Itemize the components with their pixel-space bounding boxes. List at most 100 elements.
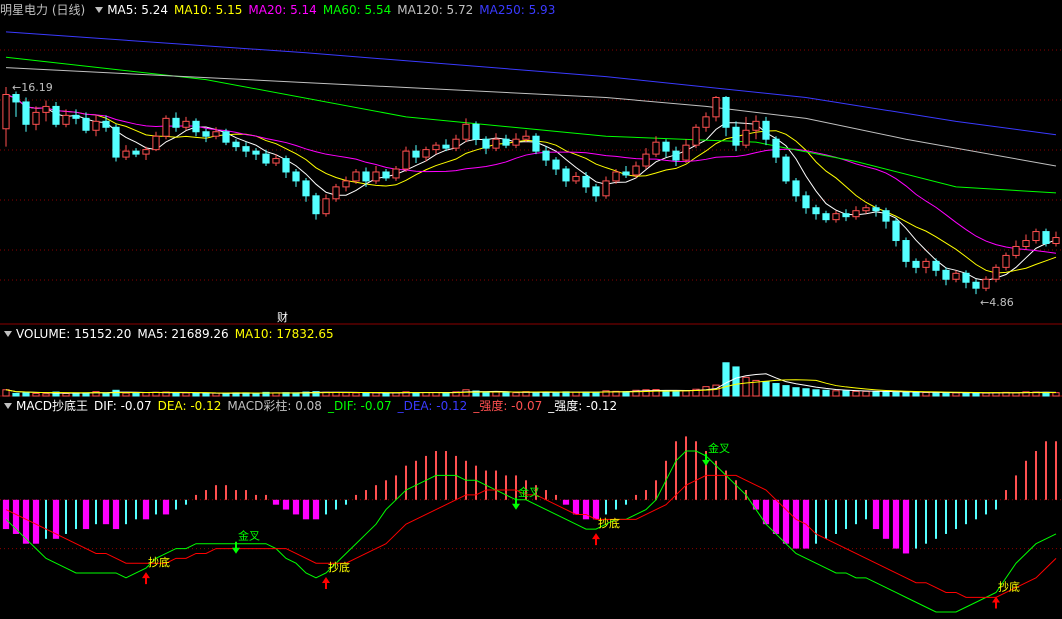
candle[interactable] xyxy=(982,276,990,292)
candle[interactable] xyxy=(672,146,680,167)
volume-bar[interactable] xyxy=(342,392,350,397)
macd-bar-positive[interactable] xyxy=(245,490,247,500)
candle[interactable] xyxy=(722,95,730,137)
macd-bar-positive[interactable] xyxy=(195,494,197,500)
macd-bar-positive[interactable] xyxy=(355,494,357,500)
macd-bar-negative[interactable] xyxy=(582,499,590,520)
candle[interactable] xyxy=(812,204,820,220)
macd-bar-positive[interactable] xyxy=(1055,441,1057,500)
candle[interactable] xyxy=(882,207,890,229)
macd-bar-negative[interactable] xyxy=(925,499,927,544)
candle[interactable] xyxy=(332,183,340,202)
macd-bar-positive[interactable] xyxy=(655,480,657,500)
dropdown-triangle-icon[interactable] xyxy=(4,403,12,409)
candle[interactable] xyxy=(832,210,840,223)
volume-bar[interactable] xyxy=(702,386,710,397)
volume-bar[interactable] xyxy=(712,384,720,397)
candle[interactable] xyxy=(392,166,400,181)
volume-bar[interactable] xyxy=(782,385,790,397)
macd-bar-positive[interactable] xyxy=(735,480,737,500)
volume-bar[interactable] xyxy=(12,392,20,397)
volume-bar[interactable] xyxy=(772,383,780,397)
candle[interactable] xyxy=(582,171,590,193)
macd-bar-negative[interactable] xyxy=(345,499,347,505)
volume-bar[interactable] xyxy=(942,392,950,397)
volume-bar[interactable] xyxy=(872,391,880,397)
volume-bar[interactable] xyxy=(442,392,450,397)
candle[interactable] xyxy=(172,112,180,132)
macd-bar-negative[interactable] xyxy=(965,499,967,525)
macd-bar-negative[interactable] xyxy=(935,499,937,539)
macd-bar-negative[interactable] xyxy=(902,499,910,554)
volume-bar[interactable] xyxy=(932,392,940,397)
candle[interactable] xyxy=(122,145,130,161)
candle[interactable] xyxy=(52,101,60,128)
volume-bar[interactable] xyxy=(552,391,560,397)
volume-bar[interactable] xyxy=(812,389,820,397)
macd-bar-negative[interactable] xyxy=(865,499,867,520)
candle[interactable] xyxy=(932,258,940,277)
macd-bar-negative[interactable] xyxy=(955,499,957,530)
volume-bar[interactable] xyxy=(902,391,910,397)
candle[interactable] xyxy=(202,128,210,143)
volume-bar[interactable] xyxy=(742,376,750,397)
event-marker[interactable]: 财 xyxy=(277,310,288,324)
macd-bar-negative[interactable] xyxy=(625,499,627,505)
candle[interactable] xyxy=(852,206,860,220)
volume-bar[interactable] xyxy=(1012,392,1020,397)
candle[interactable] xyxy=(482,136,490,155)
volume-bar[interactable] xyxy=(892,391,900,397)
volume-bar[interactable] xyxy=(542,391,550,397)
candle[interactable] xyxy=(132,148,140,158)
candle[interactable] xyxy=(502,134,510,149)
macd-bar-negative[interactable] xyxy=(175,499,177,510)
dropdown-triangle-icon[interactable] xyxy=(95,7,104,13)
candle[interactable] xyxy=(772,136,780,164)
candle[interactable] xyxy=(282,155,290,178)
macd-bar-negative[interactable] xyxy=(135,499,137,520)
candle[interactable] xyxy=(252,148,260,161)
volume-bar[interactable] xyxy=(982,392,990,397)
candle[interactable] xyxy=(862,204,870,214)
macd-bar-negative[interactable] xyxy=(945,499,947,534)
macd-bar-negative[interactable] xyxy=(75,499,77,530)
volume-bar[interactable] xyxy=(352,392,360,397)
macd-bar-positive[interactable] xyxy=(405,465,407,500)
candle[interactable] xyxy=(372,166,380,184)
candle[interactable] xyxy=(382,169,390,181)
macd-bar-negative[interactable] xyxy=(302,499,310,520)
volume-bar[interactable] xyxy=(682,390,690,397)
volume-bar[interactable] xyxy=(202,392,210,397)
dropdown-triangle-icon[interactable] xyxy=(4,331,12,337)
macd-bar-positive[interactable] xyxy=(455,455,457,500)
macd-bar-negative[interactable] xyxy=(95,499,97,525)
macd-bar-positive[interactable] xyxy=(685,436,687,500)
volume-bar[interactable] xyxy=(802,388,810,397)
volume-bar[interactable] xyxy=(22,392,30,397)
macd-bar-positive[interactable] xyxy=(1035,451,1037,500)
volume-bar[interactable] xyxy=(362,392,370,397)
macd-bar-positive[interactable] xyxy=(365,490,367,500)
volume-bar[interactable] xyxy=(32,392,40,397)
candle[interactable] xyxy=(1052,231,1060,247)
candle[interactable] xyxy=(952,270,960,283)
macd-bar-positive[interactable] xyxy=(225,485,227,500)
macd-bar-negative[interactable] xyxy=(142,499,150,520)
candle[interactable] xyxy=(922,258,930,274)
macd-bar-negative[interactable] xyxy=(835,499,837,534)
candle[interactable] xyxy=(622,166,630,178)
volume-bar[interactable] xyxy=(482,391,490,397)
macd-bar-positive[interactable] xyxy=(1015,475,1017,500)
macd-bar-negative[interactable] xyxy=(162,499,170,515)
candle[interactable] xyxy=(182,116,190,131)
macd-bar-negative[interactable] xyxy=(125,499,127,525)
candle[interactable] xyxy=(312,192,320,220)
macd-bar-positive[interactable] xyxy=(1025,460,1027,500)
macd-bar-negative[interactable] xyxy=(102,499,110,525)
macd-bar-positive[interactable] xyxy=(545,490,547,500)
candle[interactable] xyxy=(412,145,420,164)
macd-bar-negative[interactable] xyxy=(792,499,800,549)
macd-bar-positive[interactable] xyxy=(205,490,207,500)
candle[interactable] xyxy=(842,209,850,222)
volume-bar[interactable] xyxy=(132,392,140,397)
